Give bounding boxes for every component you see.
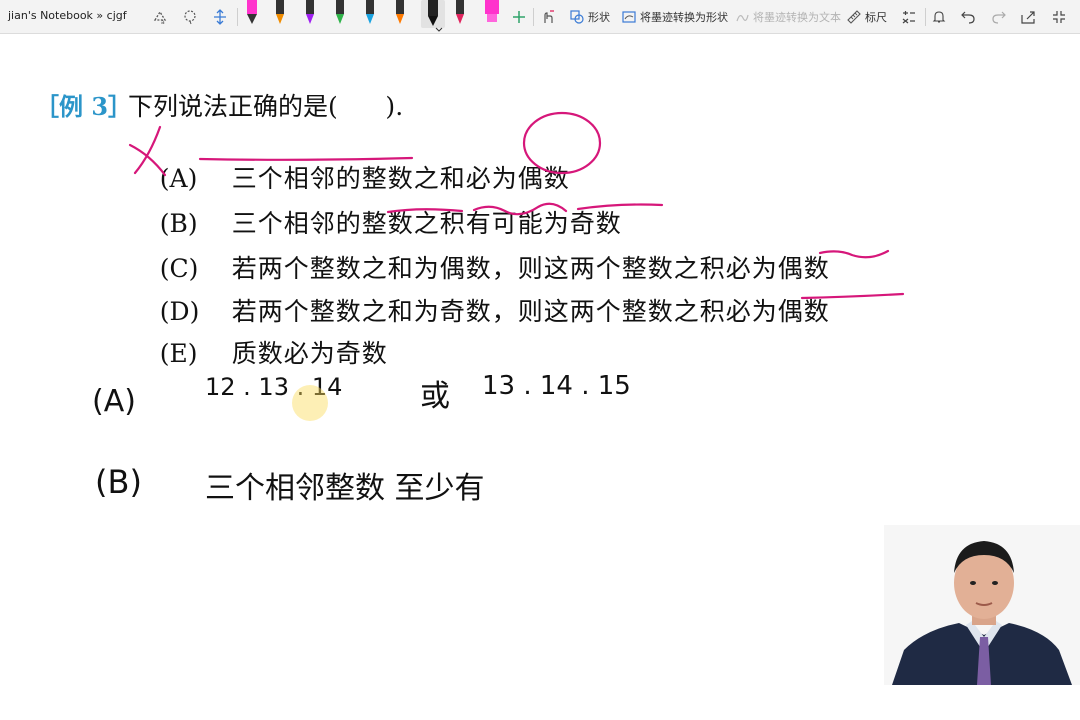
pen-purple[interactable] <box>302 0 318 28</box>
strike-a-mark <box>128 143 167 177</box>
svg-text:a: a <box>161 19 165 25</box>
math-icon[interactable] <box>902 6 916 28</box>
fullscreen-icon[interactable] <box>1052 6 1066 28</box>
ruler-label: 标尺 <box>865 11 887 24</box>
hw-a-numbers-2: 13 . 14 . 15 <box>482 371 631 401</box>
underline-a <box>198 156 414 161</box>
ink-to-shape-label: 将墨迹转换为形状 <box>640 11 728 24</box>
ink-to-shape-button[interactable]: 将墨迹转换为形状 <box>622 6 728 28</box>
pen-red[interactable] <box>452 0 468 28</box>
shape-button[interactable]: 形状 <box>570 6 610 28</box>
window-title: jian's Notebook » cjgf <box>8 9 127 22</box>
instructor-video <box>884 525 1080 685</box>
hw-a-label: (A) <box>92 384 136 419</box>
ink-toolbar: jian's Notebook » cjgf a 形状 将墨迹转换为形状 将墨迹… <box>0 0 1080 34</box>
redo-icon[interactable] <box>992 6 1006 28</box>
instructor-figure <box>884 525 1080 685</box>
add-pen-icon[interactable] <box>512 6 526 28</box>
underline-b-2 <box>576 203 664 211</box>
ink-to-shape-icon <box>622 11 636 23</box>
pen-black-selected[interactable] <box>421 0 445 32</box>
shape-icon <box>570 10 584 24</box>
share-icon[interactable] <box>1021 6 1035 28</box>
underline-b-1 <box>386 208 464 214</box>
ruler-icon <box>847 10 861 24</box>
underline-c-wave <box>818 249 890 259</box>
undo-icon[interactable] <box>961 6 975 28</box>
underline-b-wave <box>472 202 568 216</box>
ink-to-text-button[interactable]: 将墨迹转换为文本 <box>735 6 841 28</box>
ink-to-text-icon <box>736 14 749 22</box>
pointer-highlight <box>292 385 328 421</box>
circle-ousu <box>522 111 602 175</box>
pen-black-1[interactable] <box>244 0 260 28</box>
hw-a-or: 或 <box>420 379 450 414</box>
notification-icon[interactable] <box>932 6 946 28</box>
touch-draw-icon[interactable] <box>540 6 556 28</box>
ruler-button[interactable]: 标尺 <box>847 6 887 28</box>
shape-label: 形状 <box>588 11 610 24</box>
hw-b-label: (B) <box>95 463 142 501</box>
highlighter-magenta[interactable] <box>482 0 502 28</box>
underline-d <box>800 292 905 300</box>
pen-orange-1[interactable] <box>272 0 288 28</box>
add-space-icon[interactable] <box>212 6 228 28</box>
ink-to-text-label: 将墨迹转换为文本 <box>753 11 841 24</box>
pen-cyan[interactable] <box>362 0 378 28</box>
pen-green[interactable] <box>332 0 348 28</box>
lasso-select-icon[interactable]: a <box>152 6 168 28</box>
lasso-icon[interactable] <box>182 6 198 28</box>
hw-b-note: 三个相邻整数 至少有 <box>205 471 485 506</box>
pen-orange-2[interactable] <box>392 0 408 28</box>
